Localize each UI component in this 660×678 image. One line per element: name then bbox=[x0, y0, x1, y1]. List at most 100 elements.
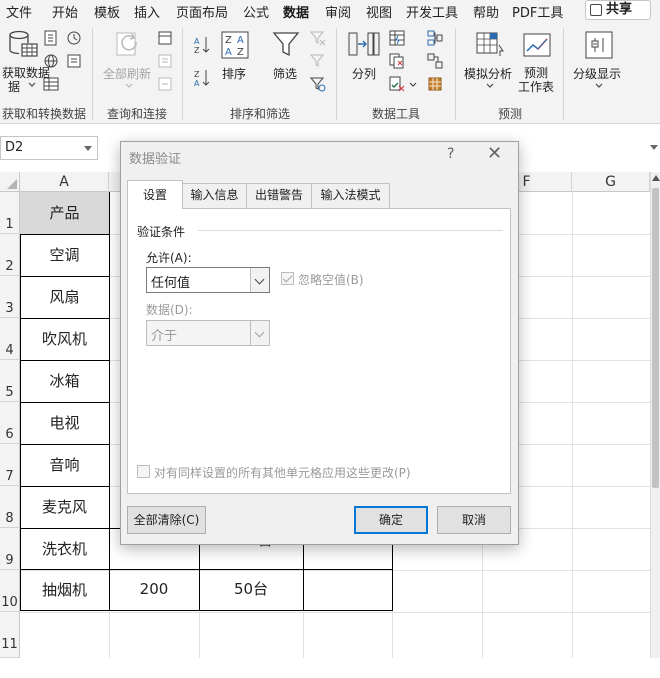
relationships-icon[interactable] bbox=[427, 53, 443, 69]
outline-icon[interactable] bbox=[584, 30, 614, 60]
chevron-down-icon[interactable] bbox=[250, 268, 269, 292]
flash-fill-icon[interactable] bbox=[389, 30, 405, 46]
queries-icon[interactable] bbox=[157, 30, 173, 46]
svg-text:A: A bbox=[194, 79, 200, 88]
expand-formula-bar-icon[interactable] bbox=[650, 145, 658, 150]
forecast-sheet-icon[interactable] bbox=[522, 31, 552, 59]
edit-links-icon bbox=[157, 76, 173, 92]
sort-icon[interactable]: ZAAZ bbox=[220, 30, 250, 60]
data-select: 介于 bbox=[146, 320, 270, 346]
cancel-button[interactable]: 取消 bbox=[437, 506, 511, 534]
tab-ime-mode[interactable]: 输入法模式 bbox=[311, 183, 390, 208]
cell-a7[interactable]: 音响 bbox=[20, 444, 109, 486]
svg-text:A: A bbox=[237, 35, 244, 46]
data-model-icon[interactable] bbox=[427, 76, 443, 92]
row-header-1[interactable]: 1 bbox=[0, 192, 20, 234]
existing-connections-icon[interactable] bbox=[66, 53, 82, 69]
data-value: 介于 bbox=[151, 329, 178, 344]
cell-a1[interactable]: 产品 bbox=[20, 192, 109, 234]
tab-review[interactable]: 审阅 bbox=[325, 2, 351, 21]
help-icon[interactable]: ? bbox=[447, 146, 454, 162]
advanced-filter-icon[interactable] bbox=[310, 76, 326, 92]
select-all-corner[interactable] bbox=[0, 172, 20, 192]
allow-select[interactable]: 任何值 bbox=[146, 267, 270, 293]
apply-all-checkbox bbox=[137, 465, 150, 478]
clear-all-button[interactable]: 全部清除(C) bbox=[127, 506, 206, 534]
tab-help[interactable]: 帮助 bbox=[473, 2, 499, 21]
tab-developer[interactable]: 开发工具 bbox=[406, 2, 458, 21]
recent-sources-icon[interactable] bbox=[66, 30, 82, 46]
tab-settings[interactable]: 设置 bbox=[127, 180, 183, 209]
cell-a5[interactable]: 冰箱 bbox=[20, 360, 109, 402]
forecast-label-2[interactable]: 工作表 bbox=[518, 80, 554, 94]
sort-za-icon[interactable]: ZA bbox=[193, 68, 211, 88]
cell-a3[interactable]: 风扇 bbox=[20, 276, 109, 318]
consolidate-icon[interactable] bbox=[427, 30, 443, 46]
cell-a9[interactable]: 洗衣机 bbox=[20, 528, 109, 570]
cell-a8[interactable]: 麦克风 bbox=[20, 486, 109, 528]
cell-b10[interactable]: 200 bbox=[109, 569, 199, 609]
cell-a4[interactable]: 吹风机 bbox=[20, 318, 109, 360]
scroll-up-icon[interactable] bbox=[652, 175, 660, 181]
split-label[interactable]: 分列 bbox=[352, 67, 376, 81]
col-header-g[interactable]: G bbox=[572, 172, 650, 192]
close-icon[interactable]: ✕ bbox=[487, 144, 502, 164]
row-header-2[interactable]: 2 bbox=[0, 234, 20, 276]
from-text-icon[interactable] bbox=[43, 30, 59, 46]
row-header-5[interactable]: 5 bbox=[0, 360, 20, 402]
allow-value: 任何值 bbox=[151, 276, 191, 291]
tab-file[interactable]: 文件 bbox=[6, 2, 32, 21]
row-header-11[interactable]: 11 bbox=[0, 612, 20, 658]
tab-page-layout[interactable]: 页面布局 bbox=[176, 2, 228, 21]
share-button[interactable]: 共享 bbox=[585, 0, 651, 20]
tab-input-message[interactable]: 输入信息 bbox=[182, 183, 247, 208]
tab-insert[interactable]: 插入 bbox=[134, 2, 160, 21]
name-box[interactable]: D2 bbox=[0, 136, 98, 160]
chevron-down-icon bbox=[250, 321, 269, 345]
filter-icon[interactable] bbox=[271, 30, 301, 60]
row-header-9[interactable]: 9 bbox=[0, 528, 20, 570]
get-data-icon[interactable] bbox=[7, 30, 39, 60]
remove-duplicates-icon[interactable] bbox=[389, 53, 405, 69]
tab-error-alert[interactable]: 出错警告 bbox=[246, 183, 312, 208]
tab-pdf-tools[interactable]: PDF工具 bbox=[512, 2, 563, 21]
cell-c10[interactable]: 50台 bbox=[199, 569, 303, 609]
vertical-scrollbar[interactable] bbox=[650, 172, 660, 658]
svg-text:A: A bbox=[225, 47, 232, 58]
data-validation-icon[interactable] bbox=[389, 76, 405, 92]
row-header-3[interactable]: 3 bbox=[0, 276, 20, 318]
sort-az-icon[interactable]: AZ bbox=[193, 35, 211, 55]
properties-icon bbox=[157, 53, 173, 69]
get-data-sub: 据 bbox=[8, 80, 21, 94]
tab-view[interactable]: 视图 bbox=[366, 2, 392, 21]
what-if-analysis-icon[interactable] bbox=[475, 31, 505, 59]
outline-label[interactable]: 分级显示 bbox=[573, 67, 621, 81]
data-validation-dialog: 数据验证 ? ✕ 设置 输入信息 出错警告 输入法模式 验证条件 允许(A): … bbox=[120, 141, 519, 545]
cell-a2[interactable]: 空调 bbox=[20, 234, 109, 276]
row-header-7[interactable]: 7 bbox=[0, 444, 20, 486]
text-to-columns-icon[interactable] bbox=[348, 30, 380, 60]
cell-a6[interactable]: 电视 bbox=[20, 402, 109, 444]
from-table-icon[interactable] bbox=[43, 76, 59, 92]
row-header-8[interactable]: 8 bbox=[0, 486, 20, 528]
ok-button[interactable]: 确定 bbox=[354, 506, 428, 534]
col-header-a[interactable]: A bbox=[20, 172, 109, 192]
tab-home[interactable]: 开始 bbox=[52, 2, 78, 21]
forecast-label-1[interactable]: 预测 bbox=[524, 66, 548, 80]
cell-a10[interactable]: 抽烟机 bbox=[20, 569, 109, 611]
chevron-down-icon bbox=[409, 82, 417, 88]
name-box-value: D2 bbox=[5, 140, 24, 155]
tab-template[interactable]: 模板 bbox=[94, 2, 120, 21]
sort-label[interactable]: 排序 bbox=[222, 67, 246, 81]
from-web-icon[interactable] bbox=[43, 53, 59, 69]
row-header-6[interactable]: 6 bbox=[0, 402, 20, 444]
row-header-10[interactable]: 10 bbox=[0, 570, 20, 612]
tab-formulas[interactable]: 公式 bbox=[243, 2, 269, 21]
filter-label[interactable]: 筛选 bbox=[273, 67, 297, 81]
scroll-thumb[interactable] bbox=[652, 188, 659, 488]
chevron-down-icon[interactable] bbox=[84, 146, 92, 151]
row-header-4[interactable]: 4 bbox=[0, 318, 20, 360]
share-icon bbox=[590, 4, 602, 16]
tab-data[interactable]: 数据 bbox=[283, 2, 310, 25]
what-if-label[interactable]: 模拟分析 bbox=[464, 67, 512, 81]
